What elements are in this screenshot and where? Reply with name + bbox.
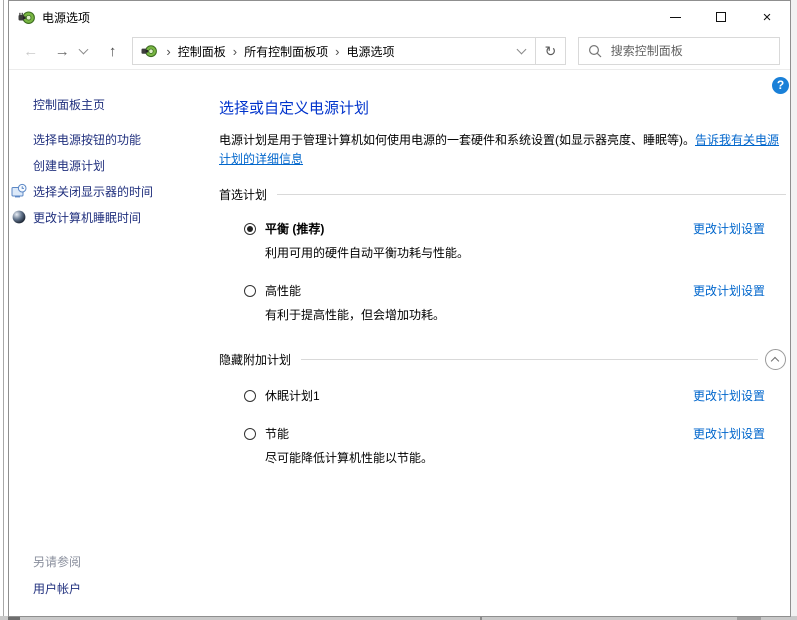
- section-title: 隐藏附加计划: [219, 351, 291, 368]
- recent-pages-chevron-icon[interactable]: [79, 45, 89, 55]
- content-area: 控制面板主页 选择电源按钮的功能 创建电源计划 选择关闭显示器的时间: [9, 70, 790, 616]
- main-pane: ? 选择或自定义电源计划 电源计划是用于管理计算机如何使用电源的一套硬件和系统设…: [219, 70, 790, 616]
- plan-description: 有利于提高性能，但会增加功耗。: [265, 306, 786, 323]
- chevron-up-icon: [771, 357, 779, 365]
- sidebar-item-display-off-time[interactable]: 选择关闭显示器的时间: [9, 179, 219, 205]
- plan-row-balanced: 平衡 (推荐) 更改计划设置: [219, 220, 786, 237]
- sidebar-item-label: 选择关闭显示器的时间: [33, 185, 153, 199]
- power-plug-icon: [141, 43, 157, 59]
- forward-button[interactable]: →: [51, 44, 75, 59]
- display-clock-icon: [11, 183, 27, 199]
- sidebar-item-user-accounts[interactable]: 用户帐户: [33, 580, 81, 597]
- sidebar-item-label: 创建电源计划: [33, 159, 105, 173]
- change-plan-settings-link[interactable]: 更改计划设置: [693, 220, 765, 237]
- sidebar-item-create-plan[interactable]: 创建电源计划: [9, 153, 219, 179]
- plan-name: 高性能: [265, 282, 301, 299]
- maximize-icon: [716, 12, 726, 22]
- plan-name: 平衡 (推荐): [265, 220, 324, 237]
- search-box[interactable]: [578, 37, 780, 65]
- breadcrumb-item-all-items[interactable]: 所有控制面板项: [244, 43, 328, 60]
- breadcrumb[interactable]: › 控制面板 › 所有控制面板项 › 电源选项: [132, 37, 536, 65]
- close-button[interactable]: ×: [744, 1, 790, 33]
- breadcrumb-separator-icon: ›: [226, 44, 244, 59]
- section-additional-plans: 隐藏附加计划: [219, 349, 786, 370]
- back-button[interactable]: ←: [19, 44, 43, 59]
- maximize-button[interactable]: [698, 1, 744, 33]
- description-text: 电源计划是用于管理计算机如何使用电源的一套硬件和系统设置(如显示器亮度、睡眠等)…: [219, 133, 695, 147]
- radio-power-saver[interactable]: [244, 428, 256, 440]
- plan-name: 节能: [265, 425, 289, 442]
- sidebar-item-sleep-time[interactable]: 更改计算机睡眠时间: [9, 205, 219, 231]
- breadcrumb-separator-icon: ›: [159, 44, 177, 59]
- up-button[interactable]: ↑: [101, 44, 125, 59]
- breadcrumb-separator-icon: ›: [328, 44, 346, 59]
- minimize-icon: [670, 17, 681, 18]
- sleep-icon: [11, 209, 27, 225]
- section-preferred-plans: 首选计划: [219, 186, 786, 203]
- help-icon[interactable]: ?: [772, 77, 789, 94]
- background-window-sliver: [0, 0, 8, 620]
- plan-row-hibernate: 休眠计划1 更改计划设置: [219, 387, 786, 404]
- sidebar-item-label: 更改计算机睡眠时间: [33, 211, 141, 225]
- sidebar-item-label: 控制面板主页: [33, 98, 105, 112]
- plan-row-power-saver: 节能 更改计划设置: [219, 425, 786, 442]
- change-plan-settings-link[interactable]: 更改计划设置: [693, 282, 765, 299]
- minimize-button[interactable]: [652, 1, 698, 33]
- page-title: 选择或自定义电源计划: [219, 97, 786, 118]
- breadcrumb-item-power-options[interactable]: 电源选项: [346, 43, 394, 60]
- sidebar-item-power-buttons[interactable]: 选择电源按钮的功能: [9, 127, 219, 153]
- plan-description: 利用可用的硬件自动平衡功耗与性能。: [265, 244, 786, 261]
- radio-balanced[interactable]: [244, 223, 256, 235]
- sidebar-item-control-panel-home[interactable]: 控制面板主页: [9, 92, 219, 118]
- power-options-window: 电源选项 × ← → ↑ › 控制面板 › 所有控制面板项 › 电源选项: [8, 0, 791, 617]
- plan-name: 休眠计划1: [265, 387, 320, 404]
- collapse-section-button[interactable]: [765, 349, 786, 370]
- sidebar-item-label: 选择电源按钮的功能: [33, 133, 141, 147]
- search-input[interactable]: [611, 44, 770, 58]
- title-bar[interactable]: 电源选项 ×: [9, 1, 790, 33]
- plan-row-high-performance: 高性能 更改计划设置: [219, 282, 786, 299]
- section-divider: [277, 194, 786, 195]
- breadcrumb-item-control-panel[interactable]: 控制面板: [178, 43, 226, 60]
- section-title: 首选计划: [219, 186, 267, 203]
- radio-high-performance[interactable]: [244, 285, 256, 297]
- power-plug-icon: [18, 9, 35, 26]
- window-title: 电源选项: [42, 9, 90, 26]
- change-plan-settings-link[interactable]: 更改计划设置: [693, 425, 765, 442]
- change-plan-settings-link[interactable]: 更改计划设置: [693, 387, 765, 404]
- close-icon: ×: [763, 10, 772, 25]
- address-dropdown-chevron-icon[interactable]: [517, 45, 527, 55]
- page-description: 电源计划是用于管理计算机如何使用电源的一套硬件和系统设置(如显示器亮度、睡眠等)…: [219, 131, 786, 169]
- task-pane: 控制面板主页 选择电源按钮的功能 创建电源计划 选择关闭显示器的时间: [9, 70, 219, 616]
- search-icon: [588, 44, 602, 58]
- refresh-button[interactable]: ↻: [535, 37, 565, 65]
- plan-description: 尽可能降低计算机性能以节能。: [265, 449, 786, 466]
- see-also-header: 另请参阅: [33, 553, 81, 570]
- address-toolbar: ← → ↑ › 控制面板 › 所有控制面板项 › 电源选项 ↻: [9, 33, 790, 70]
- radio-hibernate-plan[interactable]: [244, 390, 256, 402]
- section-divider: [301, 359, 758, 360]
